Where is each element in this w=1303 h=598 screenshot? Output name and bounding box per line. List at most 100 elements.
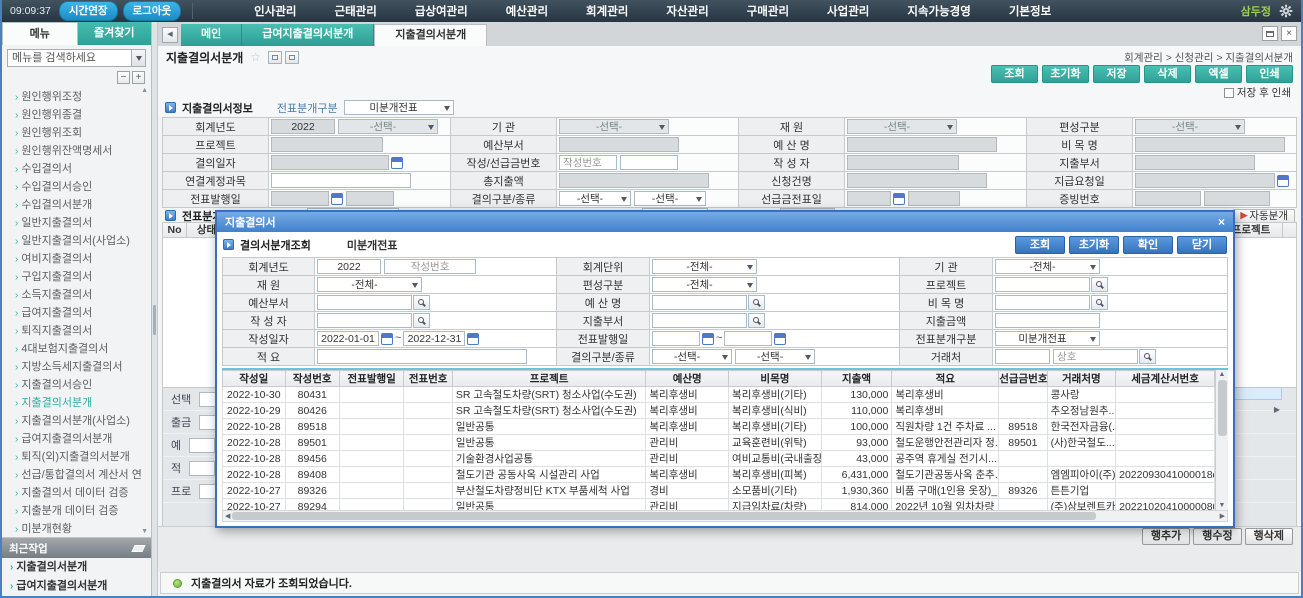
pay-request-date-field[interactable]	[1135, 173, 1275, 188]
org-type-select[interactable]: -전체-	[652, 277, 757, 292]
sidebar-item[interactable]: ›일반지출결의서(사업소)	[15, 232, 151, 250]
total-amount-field[interactable]	[559, 173, 709, 188]
date-from-field[interactable]: 2022-01-01	[317, 331, 379, 346]
row-button-행추가[interactable]: 행추가	[1142, 528, 1190, 545]
decision-date-field[interactable]	[271, 155, 389, 170]
eraser-icon[interactable]	[131, 545, 145, 552]
evidence-no-field[interactable]	[1135, 191, 1201, 206]
linked-account-field[interactable]	[271, 173, 411, 188]
grid-row[interactable]: 2022-10-2889408 철도기관 공동사옥 시설관리 사업복리후생비복리…	[223, 467, 1215, 483]
sidebar-item[interactable]: ›원인행위조정	[15, 88, 151, 106]
toolbar-button-초기화[interactable]: 초기화	[1042, 65, 1089, 83]
chevron-down-icon[interactable]	[131, 50, 145, 66]
slip-issue-date-field[interactable]	[271, 191, 329, 206]
sidebar-item[interactable]: ›원인행위종결	[15, 106, 151, 124]
row-button-행수정[interactable]: 행수정	[1193, 528, 1241, 545]
calendar-icon[interactable]	[702, 333, 714, 345]
top-menu-item[interactable]: 인사관리	[254, 3, 296, 19]
sidebar-item[interactable]: ›소득지출결의서	[15, 286, 151, 304]
vendor-code-field[interactable]	[995, 349, 1050, 364]
fund-select[interactable]: -선택-	[847, 119, 957, 134]
project-field[interactable]	[995, 277, 1090, 292]
fiscal-year-field[interactable]: 2022	[271, 119, 335, 134]
sidebar-item[interactable]: ›구입지출결의서	[15, 268, 151, 286]
sidebar-item[interactable]: ›지출결의서 데이터 검증	[15, 484, 151, 502]
sidebar-item[interactable]: ›퇴직(외)지출결의서분개	[15, 448, 151, 466]
sidebar-item[interactable]: ›수입결의서승인	[15, 178, 151, 196]
slip-type-select[interactable]: 미분개전표	[995, 331, 1100, 346]
sidebar-item[interactable]: ›선급/통합결의서 계산서 연	[15, 466, 151, 484]
sidebar-item[interactable]: ›급여지출결의서분개	[15, 430, 151, 448]
sidebar-tab-menu[interactable]: 메뉴	[2, 22, 78, 45]
fiscal-year-field[interactable]: 2022	[317, 259, 381, 274]
row-button-행삭제[interactable]: 행삭제	[1245, 528, 1293, 545]
grid-row[interactable]: 2022-10-2789294 일반공통관리비지급임차료(차량)814,0002…	[223, 499, 1215, 511]
bottom-form-field[interactable]	[189, 438, 215, 453]
tab-expense-journal[interactable]: 지출결의서분개	[374, 24, 487, 46]
sidebar-item[interactable]: ›4대보험지출결의서	[15, 340, 151, 358]
horizontal-scrollbar[interactable]: ◀ ▶	[222, 510, 1228, 522]
grid-column-header[interactable]: 선급금번호	[999, 371, 1047, 387]
sidebar-item[interactable]: ›원인행위잔액명세서	[15, 142, 151, 160]
grid-row[interactable]: 2022-10-3080431 SR 고속철도차량(SRT) 청소사업(수도권)…	[223, 387, 1215, 403]
writer-field[interactable]	[847, 155, 959, 170]
writer-field[interactable]	[317, 313, 412, 328]
sidebar-item[interactable]: ›여비지출결의서	[15, 250, 151, 268]
extend-time-button[interactable]: 시간연장	[59, 1, 118, 21]
grid-column-header[interactable]: 프로젝트	[452, 371, 646, 387]
decision-type-select[interactable]: -선택-	[559, 191, 631, 206]
tab-scroll-left-button[interactable]: ◀	[162, 27, 178, 43]
grid-column-header[interactable]: 세금계산서번호	[1116, 371, 1215, 387]
scroll-down-icon[interactable]: ▼	[1219, 502, 1226, 509]
tab-main[interactable]: 메인	[181, 24, 242, 46]
org-type-select[interactable]: -선택-	[1135, 119, 1245, 134]
sidebar-item[interactable]: ›지출결의서승인	[15, 376, 151, 394]
splitter-handle[interactable]	[153, 305, 156, 335]
top-menu-item[interactable]: 회계관리	[586, 3, 628, 19]
selected-row-fragment[interactable]	[1230, 387, 1282, 400]
grid-column-header[interactable]: No	[163, 223, 187, 237]
dialog-button-조회[interactable]: 조회	[1015, 236, 1065, 254]
summary-field[interactable]	[317, 349, 527, 364]
top-menu-item[interactable]: 지속가능경영	[907, 3, 970, 19]
sidebar-item[interactable]: ›지출결의서분개	[15, 394, 151, 412]
slip-issue-no-field[interactable]	[346, 191, 394, 206]
calendar-icon[interactable]	[381, 333, 393, 345]
top-menu-item[interactable]: 자산관리	[666, 3, 708, 19]
agency-select[interactable]: -선택-	[559, 119, 669, 134]
top-menu-item[interactable]: 사업관리	[827, 3, 869, 19]
search-icon[interactable]	[1091, 295, 1108, 310]
sidebar-tab-favorites[interactable]: 즐겨찾기	[78, 22, 152, 45]
dialog-button-초기화[interactable]: 초기화	[1069, 236, 1119, 254]
calendar-icon[interactable]	[391, 157, 403, 169]
top-menu-item[interactable]: 근태관리	[334, 3, 376, 19]
fiscal-year-select[interactable]: -선택-	[338, 119, 438, 134]
calendar-icon[interactable]	[1277, 175, 1289, 187]
top-menu-item[interactable]: 급상여관리	[415, 3, 468, 19]
sidebar-item[interactable]: ›지출결의서분개(사업소)	[15, 412, 151, 430]
search-icon[interactable]	[748, 295, 765, 310]
request-title-field[interactable]	[847, 173, 987, 188]
budget-name-field[interactable]	[847, 137, 997, 152]
toolbar-button-삭제[interactable]: 삭제	[1144, 65, 1191, 83]
evidence-no-field2[interactable]	[1204, 191, 1270, 206]
grid-column-header[interactable]: 전표번호	[404, 371, 452, 387]
scroll-up-icon[interactable]: ▲	[141, 87, 148, 94]
dialog-button-닫기[interactable]: 닫기	[1177, 236, 1227, 254]
logout-button[interactable]: 로그아웃	[123, 1, 182, 21]
date-to-field[interactable]: 2022-12-31	[403, 331, 465, 346]
search-icon[interactable]	[1091, 277, 1108, 292]
amount-field[interactable]	[995, 313, 1100, 328]
scroll-right-icon[interactable]: ▶	[1220, 512, 1225, 520]
sidebar-item[interactable]: ›지출분개 데이터 검증	[15, 502, 151, 520]
doc-no-field[interactable]: 작성번호	[559, 155, 617, 170]
search-icon[interactable]	[413, 313, 430, 328]
grid-column-header[interactable]: 예산명	[646, 371, 729, 387]
expand-all-button[interactable]: +	[132, 71, 145, 84]
close-icon[interactable]: ×	[1218, 216, 1225, 228]
grid-column-header[interactable]: 작성번호	[285, 371, 339, 387]
toolbar-button-인쇄[interactable]: 인쇄	[1246, 65, 1293, 83]
auto-journal-button[interactable]: ▶자동분개	[1233, 209, 1295, 223]
grid-scrollbar[interactable]	[1283, 223, 1296, 237]
screen-capture-icon[interactable]	[268, 51, 282, 64]
